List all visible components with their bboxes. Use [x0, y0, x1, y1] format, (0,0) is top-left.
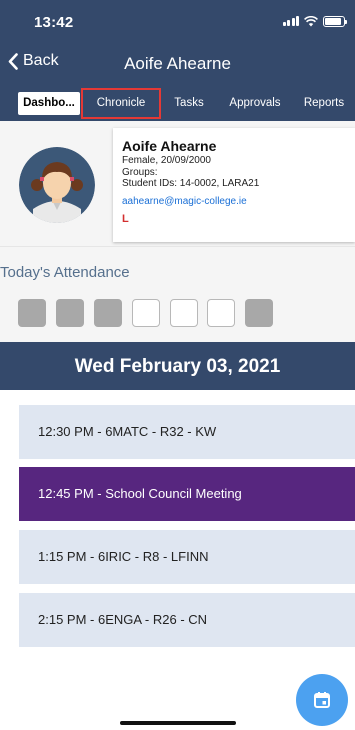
student-ids: Student IDs: 14-0002, LARA21	[122, 178, 260, 189]
app-screen: 13:42 Back Aoife Ahearne Dashbo... Chron…	[0, 0, 355, 730]
student-groups: Groups:	[122, 166, 158, 178]
attendance-slot-3	[94, 299, 122, 327]
status-icons	[282, 15, 347, 27]
nav-bar: Back Aoife Ahearne	[0, 46, 355, 86]
attendance-section: Today's Attendance	[0, 246, 355, 286]
status-bar: 13:42	[0, 0, 355, 46]
date-header: Wed February 03, 2021	[0, 342, 355, 390]
battery-icon	[323, 15, 347, 27]
student-name: Aoife Ahearne	[122, 138, 217, 154]
avatar[interactable]	[19, 147, 95, 223]
tab-reports[interactable]: Reports	[293, 92, 355, 115]
attendance-slot-6	[207, 299, 235, 327]
attendance-slot-5	[170, 299, 198, 327]
attendance-slot-1	[18, 299, 46, 327]
tab-dashboard[interactable]: Dashbo...	[18, 92, 80, 115]
profile-card: Aoife Ahearne Female, 20/09/2000 Groups:…	[113, 128, 355, 242]
tab-bar: Dashbo... Chronicle Tasks Approvals Repo…	[0, 90, 355, 116]
calendar-icon	[314, 692, 330, 708]
tab-tasks[interactable]: Tasks	[166, 92, 212, 115]
attendance-slot-2	[56, 299, 84, 327]
schedule-event[interactable]: 12:45 PM - School Council Meeting	[19, 467, 355, 521]
wifi-icon	[304, 15, 318, 26]
signal-icon	[282, 16, 299, 26]
student-email[interactable]: aahearne@magic-college.ie	[122, 196, 355, 207]
status-badge: L	[122, 212, 129, 225]
profile-section: Aoife Ahearne Female, 20/09/2000 Groups:…	[0, 121, 355, 246]
status-time: 13:42	[34, 14, 74, 31]
student-gender-dob: Female, 20/09/2000	[122, 155, 211, 166]
tab-chronicle[interactable]: Chronicle	[86, 92, 156, 115]
header: 13:42 Back Aoife Ahearne Dashbo... Chron…	[0, 0, 355, 121]
schedule-list: 12:30 PM - 6MATC - R32 - KW 12:45 PM - S…	[0, 390, 355, 730]
attendance-slot-4	[132, 299, 160, 327]
home-indicator[interactable]	[120, 721, 236, 725]
attendance-boxes	[0, 286, 355, 342]
tab-approvals[interactable]: Approvals	[222, 92, 288, 115]
battery-fill	[325, 17, 342, 25]
schedule-event[interactable]: 2:15 PM - 6ENGA - R26 - CN	[19, 593, 355, 647]
attendance-title: Today's Attendance	[0, 264, 130, 281]
page-title: Aoife Ahearne	[124, 54, 231, 73]
attendance-slot-7	[245, 299, 273, 327]
student-avatar-icon	[19, 147, 95, 223]
schedule-event[interactable]: 12:30 PM - 6MATC - R32 - KW	[19, 405, 355, 459]
calendar-fab-button[interactable]	[296, 674, 348, 726]
schedule-event[interactable]: 1:15 PM - 6IRIC - R8 - LFINN	[19, 530, 355, 584]
